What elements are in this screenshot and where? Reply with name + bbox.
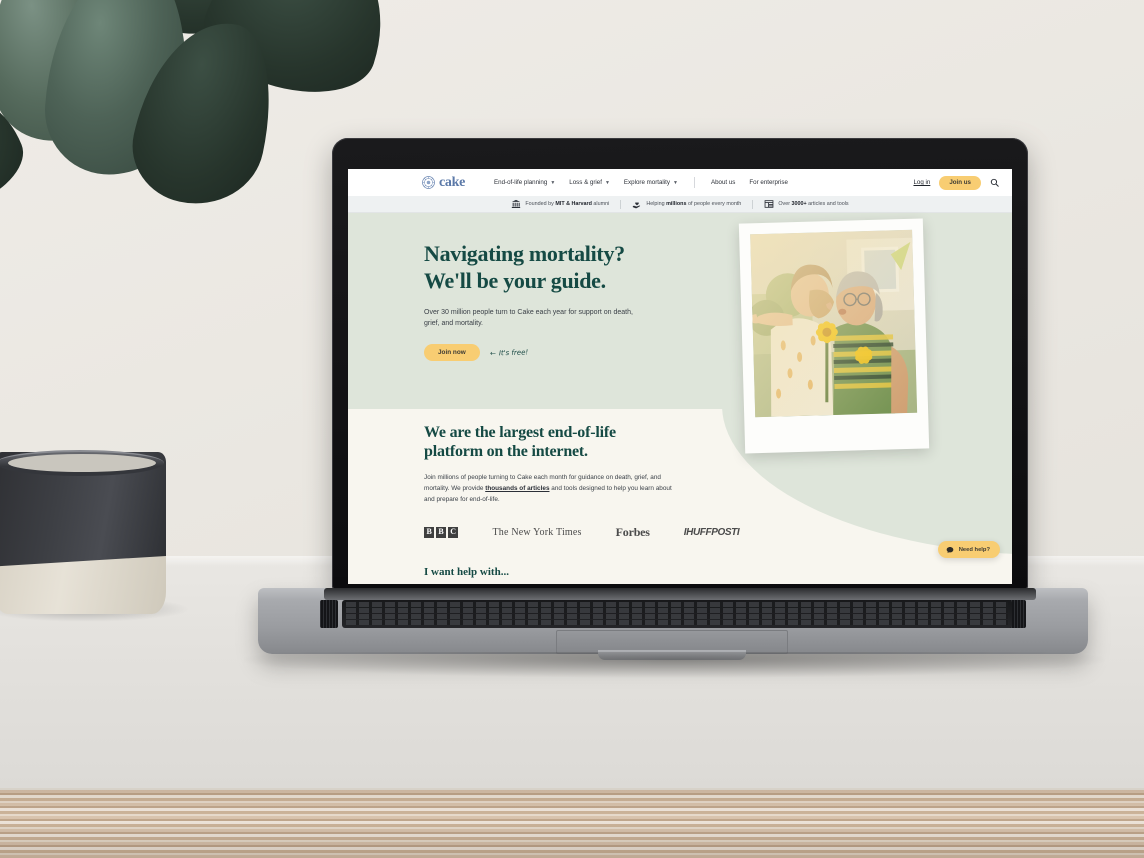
bbc-letter: C [447,527,459,538]
cake-medallion-icon [422,176,435,189]
about-content: We are the largest end-of-life platform … [424,423,724,505]
article-grid-icon [764,200,774,208]
nav-item-explore-mortality[interactable]: Explore mortality ▼ [624,179,678,186]
polaroid-frame [738,218,930,454]
bbc-letter: B [435,527,447,538]
trust-item-founders: Founded by MIT & Harvard alumni [500,199,620,209]
hero-title: Navigating mortality? We'll be your guid… [424,241,694,295]
thousands-of-articles-link[interactable]: thousands of articles [485,485,549,492]
about-body: Join millions of people turning to Cake … [424,472,682,505]
help-section-title: I want help with... [424,566,509,578]
hero-photo [750,229,918,418]
chat-label: Need help? [958,546,990,553]
laptop: cake End-of-life planning ▼ Loss & grief… [244,138,1104,708]
mug-interior [8,454,156,472]
its-free-note: ← It's free! [490,348,529,357]
join-now-button[interactable]: Join now [424,344,480,362]
chevron-down-icon: ▼ [604,179,610,186]
about-title: We are the largest end-of-life platform … [424,423,724,461]
nav-item-loss-and-grief[interactable]: Loss & grief ▼ [569,179,610,186]
hero-subtitle: Over 30 million people turn to Cake each… [424,308,633,327]
trust-bar: Founded by MIT & Harvard alumni Helping … [348,196,1012,213]
laptop-shadow [244,652,1104,678]
trust-text-articles: Over 3000+ articles and tools [778,201,849,207]
login-link[interactable]: Log in [913,179,930,186]
trust-text-founders: Founded by MIT & Harvard alumni [525,201,610,207]
trust-item-articles: Over 3000+ articles and tools [753,199,859,209]
forbes-logo: Forbes [615,525,650,539]
free-note-text: It's free! [498,348,529,358]
nav-item-end-of-life-planning[interactable]: End-of-life planning ▼ [494,179,555,186]
chevron-down-icon: ▼ [550,179,556,186]
nav-label: Explore mortality [623,179,670,186]
bank-columns-icon [512,199,521,208]
join-us-button[interactable]: Join us [939,175,981,190]
search-icon[interactable] [990,178,999,187]
ceramic-mug [0,450,166,614]
site-navbar: cake End-of-life planning ▼ Loss & grief… [348,169,1012,196]
bbc-logo: B B C [424,527,459,538]
need-help-chat-button[interactable]: Need help? [937,541,1000,558]
mug-bottom-glaze [0,556,166,614]
nav-actions: Log in Join us [913,175,999,190]
nav-item-about-us[interactable]: About us [711,179,735,186]
nav-item-for-enterprise[interactable]: For enterprise [749,179,788,186]
plywood-shading [0,790,1144,858]
nav-label: End-of-life planning [494,179,548,186]
about-title-line1: We are the largest end-of-life [424,424,616,441]
hero-title-line2: We'll be your guide. [424,267,606,293]
new-york-times-logo: The New York Times [492,527,582,538]
chevron-down-icon: ▼ [672,179,678,186]
webpage: cake End-of-life planning ▼ Loss & grief… [348,169,1012,584]
hand-heart-icon [633,202,641,209]
photo-illustration [750,229,918,418]
laptop-keyboard[interactable] [342,600,1012,628]
hero-section: Navigating mortality? We'll be your guid… [348,213,1012,454]
brand-wordmark: cake [439,174,466,190]
mug-rim [0,450,164,476]
hero-title-line1: Navigating mortality? [424,241,625,266]
laptop-hinge [324,588,1036,600]
nav-divider [693,177,695,188]
brand-logo[interactable]: cake [422,175,465,191]
nav-label: Loss & grief [569,179,602,186]
hero-cta-row: Join now ← It's free! [424,344,694,362]
left-arrow-icon: ← [489,349,496,358]
about-title-line2: platform on the internet. [424,443,588,461]
trust-text-reach: Helping millions of people every month [646,201,742,207]
chat-bubble-icon [946,546,954,553]
scene-photo: cake End-of-life planning ▼ Loss & grief… [0,0,1144,858]
help-section: I want help with... [348,563,1012,584]
speaker-grille-left [320,600,338,628]
laptop-screen: cake End-of-life planning ▼ Loss & grief… [348,169,1012,584]
press-logos: B B C The New York Times Forbes IHUFFPOS… [424,525,740,540]
nav-links: End-of-life planning ▼ Loss & grief ▼ Ex… [494,177,788,188]
huffpost-logo: IHUFFPOSTI [683,527,740,538]
bbc-letter: B [424,527,435,538]
trust-item-reach: Helping millions of people every month [621,199,752,209]
hero-content: Navigating mortality? We'll be your guid… [424,241,694,362]
